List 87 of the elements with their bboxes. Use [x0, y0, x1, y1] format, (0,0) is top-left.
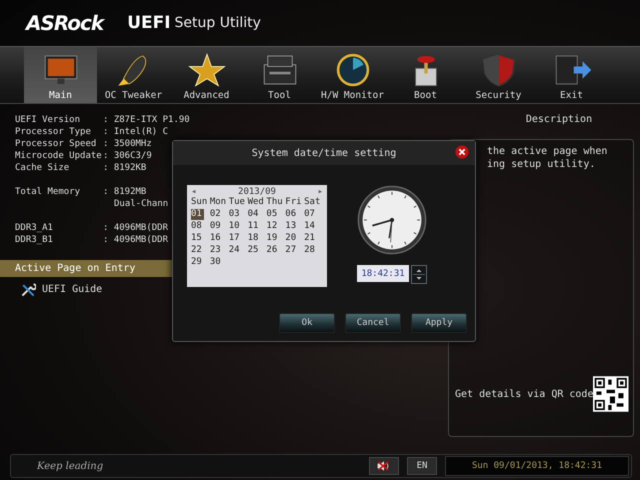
calendar-day[interactable]: 18 [248, 233, 266, 244]
info-label: Microcode Update [15, 151, 103, 161]
dialog-button[interactable]: Cancel [345, 313, 401, 333]
calendar-day[interactable]: 07 [304, 209, 323, 220]
calendar-day[interactable]: 10 [228, 221, 248, 232]
calendar-day[interactable]: 15 [191, 233, 210, 244]
weekday-label: Sun [191, 197, 208, 208]
dialog-button[interactable]: Ok [279, 313, 335, 333]
calendar-day[interactable]: 02 [210, 209, 229, 220]
calendar-day[interactable]: 06 [285, 209, 304, 220]
calendar-day[interactable]: 17 [228, 233, 248, 244]
weekday-label: Tue [228, 197, 246, 208]
info-value: : 4096MB(DDR [103, 235, 168, 245]
description-title: Description [524, 114, 594, 125]
nav-tab[interactable]: Tool [243, 47, 316, 103]
description-text: ing setup utility. [487, 159, 596, 170]
calendar-day[interactable]: 01 [191, 209, 204, 220]
calendar-day[interactable]: 30 [210, 257, 229, 268]
calendar-day[interactable]: 16 [210, 233, 229, 244]
calendar-day[interactable]: 28 [304, 245, 323, 256]
calendar-day[interactable]: 09 [210, 221, 229, 232]
info-label: Processor Speed [15, 139, 98, 149]
calendar-day[interactable]: 04 [248, 209, 266, 220]
calendar-day[interactable]: 20 [285, 233, 304, 244]
dialog-button[interactable]: Apply [411, 313, 467, 333]
info-value: : 3500MHz [103, 139, 152, 149]
next-month-button[interactable]: ▸ [318, 187, 323, 197]
calendar-day[interactable]: 23 [210, 245, 229, 256]
calendar-day[interactable]: 13 [285, 221, 304, 232]
info-value: : 8192KB [103, 163, 146, 173]
calendar-day[interactable]: 25 [248, 245, 266, 256]
dialog-title: System date/time setting [252, 148, 396, 158]
calendar-day[interactable]: 27 [285, 245, 304, 256]
subtitle: Setup Utility [174, 15, 261, 31]
brand-logo: ASRock [26, 11, 104, 35]
tools-icon [20, 282, 36, 298]
weekday-label: Fri [285, 197, 303, 208]
calendar-day[interactable]: 03 [228, 209, 248, 220]
calendar-day[interactable]: 14 [304, 221, 323, 232]
time-spinner[interactable] [411, 265, 427, 284]
calendar-day[interactable]: 12 [266, 221, 286, 232]
weekday-label: Wed [248, 197, 265, 208]
info-value: : 306C3/9 [103, 151, 152, 161]
calendar-day[interactable]: 19 [266, 233, 286, 244]
info-value: : Intel(R) C [103, 127, 168, 137]
qr-label: Get details via QR code [455, 388, 594, 400]
info-label: Total Memory [15, 187, 82, 197]
info-label: DDR3_A1 [15, 223, 54, 233]
star-icon [186, 52, 228, 88]
info-label: DDR3_B1 [15, 235, 54, 245]
nav-tab[interactable]: Boot [389, 47, 462, 103]
product-title: UEFI [127, 13, 171, 33]
info-value: : 8192MB [103, 187, 146, 197]
weekday-label: Sat [304, 197, 322, 208]
nav-tab[interactable]: H/W Monitor [316, 47, 389, 103]
weekday-label: Mon [210, 197, 228, 208]
calendar-day[interactable]: 11 [248, 221, 266, 232]
info-label: Cache Size [15, 163, 70, 173]
nav-tab[interactable]: Main [24, 47, 97, 103]
nav-tab[interactable]: Advanced [170, 47, 243, 103]
calendar-day[interactable]: 26 [266, 245, 286, 256]
calendar-day[interactable]: 24 [228, 245, 248, 256]
nav-tab[interactable]: Exit [535, 47, 608, 103]
language-button[interactable]: EN [407, 457, 437, 475]
info-value: : 4096MB(DDR [103, 223, 168, 233]
close-icon[interactable] [455, 145, 469, 159]
info-label: UEFI Version [15, 115, 82, 125]
weekday-label: Thu [266, 197, 284, 208]
info-label: Processor Type [15, 127, 92, 137]
nav-tab[interactable]: OC Tweaker [97, 47, 170, 103]
month-label: 2013/09 [238, 187, 276, 197]
description-text: the active page when [487, 146, 608, 157]
calendar-day[interactable]: 08 [191, 221, 210, 232]
nav-tab[interactable]: Security [462, 47, 535, 103]
info-value: Dual-Chann [114, 199, 168, 209]
slogan: Keep leading [37, 460, 104, 472]
datetime-display: Sun 09/01/2013, 18:42:31 [445, 456, 629, 476]
clock-drawing [357, 185, 427, 255]
calendar-day[interactable]: 21 [304, 233, 323, 244]
info-value: : Z87E-ITX P1.90 [103, 115, 190, 125]
mute-button[interactable] [369, 457, 399, 475]
menu-item[interactable]: UEFI Guide [0, 281, 178, 298]
calendar-day[interactable]: 22 [191, 245, 210, 256]
previous-month-button[interactable]: ◂ [191, 187, 196, 197]
calendar-day[interactable]: 29 [191, 257, 210, 268]
calendar-day[interactable]: 05 [266, 209, 286, 220]
time-field[interactable]: 18:42:31 [357, 265, 409, 282]
